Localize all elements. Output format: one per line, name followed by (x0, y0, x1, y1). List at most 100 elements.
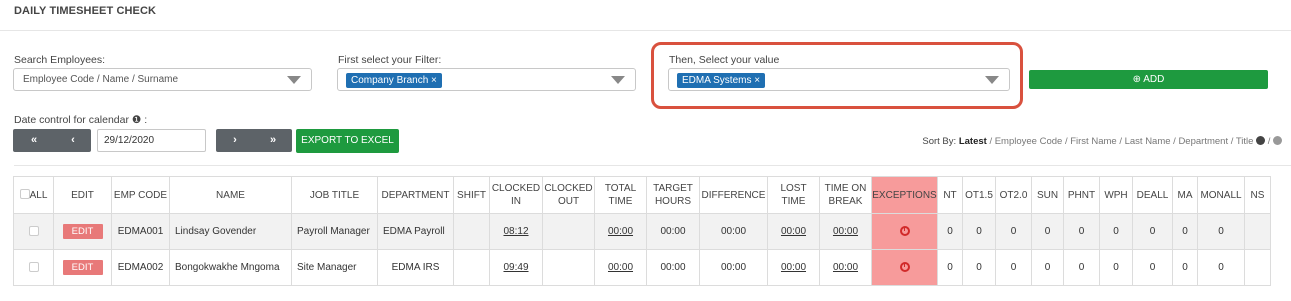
sort-desc-icon[interactable] (1273, 136, 1282, 145)
next-date-button[interactable]: › (216, 129, 254, 152)
section-divider (14, 165, 1291, 166)
emp-code-cell: EDMA001 (111, 213, 170, 250)
clocked-in-link[interactable]: 08:12 (489, 213, 543, 250)
chevron-down-icon[interactable] (611, 76, 625, 84)
target-hours-cell: 00:00 (646, 213, 700, 250)
col-target-hours: TARGET HOURS (646, 176, 700, 214)
search-employees-select[interactable]: Employee Code / Name / Surname (13, 68, 312, 91)
prev-date-button[interactable]: ‹ (55, 129, 91, 152)
edit-button[interactable]: EDIT (62, 260, 103, 275)
clocked-in-link[interactable]: 09:49 (489, 249, 543, 286)
col-wph: WPH (1099, 176, 1133, 214)
filter-select[interactable]: Company Branch × (337, 68, 636, 91)
edit-cell: EDIT (53, 213, 112, 250)
select-all-checkbox[interactable] (19, 188, 30, 199)
value-tag-edma-systems[interactable]: EDMA Systems × (677, 73, 766, 88)
col-difference: DIFFERENCE (699, 176, 768, 214)
col-time-on-break: TIME ON BREAK (819, 176, 872, 214)
col-monall: MONALL (1197, 176, 1245, 214)
chevron-down-icon[interactable] (985, 76, 999, 84)
timesheet-table: ALL EDIT EMP CODE NAME JOB TITLE DEPARTM… (13, 176, 1271, 286)
lost-time-link[interactable]: 00:00 (767, 213, 820, 250)
phnt-cell: 0 (1063, 213, 1100, 250)
table-header-row: ALL EDIT EMP CODE NAME JOB TITLE DEPARTM… (13, 176, 1271, 214)
col-department: DEPARTMENT (377, 176, 454, 214)
chevron-down-icon[interactable] (287, 76, 301, 84)
col-ot15: OT1.5 (962, 176, 996, 214)
col-all[interactable]: ALL (13, 176, 54, 214)
exceptions-cell[interactable] (871, 213, 938, 250)
alarm-clock-icon[interactable] (899, 226, 910, 236)
clocked-out-cell (542, 249, 595, 286)
total-time-link[interactable]: 00:00 (594, 213, 647, 250)
ma-cell: 0 (1172, 213, 1198, 250)
sun-cell: 0 (1031, 249, 1064, 286)
ot20-cell: 0 (995, 249, 1032, 286)
lost-time-link[interactable]: 00:00 (767, 249, 820, 286)
sort-options[interactable]: / Employee Code / First Name / Last Name… (989, 136, 1256, 147)
exceptions-cell[interactable] (871, 249, 938, 286)
sun-cell: 0 (1031, 213, 1064, 250)
alarm-clock-icon[interactable] (899, 262, 910, 272)
sort-latest-link[interactable]: Latest (959, 136, 987, 147)
time-on-break-link[interactable]: 00:00 (819, 213, 872, 250)
page-title: DAILY TIMESHEET CHECK (14, 5, 157, 17)
shift-cell (453, 213, 490, 250)
col-clocked-in: CLOCKED IN (489, 176, 543, 214)
header-divider (0, 30, 1291, 31)
ot15-cell: 0 (962, 213, 996, 250)
sort-label: Sort By: (922, 136, 957, 147)
department-cell: EDMA IRS (377, 249, 454, 286)
value-select[interactable]: EDMA Systems × (668, 68, 1010, 91)
add-button[interactable]: ⊕ ADD (1029, 70, 1268, 89)
phnt-cell: 0 (1063, 249, 1100, 286)
sort-asc-icon[interactable] (1256, 136, 1266, 145)
last-date-button[interactable]: » (254, 129, 292, 152)
row-checkbox-cell[interactable] (13, 213, 54, 250)
shift-cell (453, 249, 490, 286)
monall-cell: 0 (1197, 249, 1245, 286)
col-phnt: PHNT (1063, 176, 1100, 214)
col-sun: SUN (1031, 176, 1064, 214)
col-total-time: TOTAL TIME (594, 176, 647, 214)
col-clocked-out: CLOCKED OUT (542, 176, 595, 214)
job-title-cell: Payroll Manager (291, 213, 378, 250)
edit-button[interactable]: EDIT (62, 224, 103, 239)
col-ma: MA (1172, 176, 1198, 214)
col-job-title: JOB TITLE (291, 176, 378, 214)
difference-cell: 00:00 (699, 249, 768, 286)
sort-bar: Sort By: Latest / Employee Code / First … (922, 136, 1282, 147)
col-lost-time: LOST TIME (767, 176, 820, 214)
difference-cell: 00:00 (699, 213, 768, 250)
value-label: Then, Select your value (669, 54, 780, 66)
ot15-cell: 0 (962, 249, 996, 286)
row-checkbox-cell[interactable] (13, 249, 54, 286)
col-deall: DEALL (1132, 176, 1173, 214)
first-date-button[interactable]: « (13, 129, 55, 152)
col-emp-code: EMP CODE (111, 176, 170, 214)
col-shift: SHIFT (453, 176, 490, 214)
time-on-break-link[interactable]: 00:00 (819, 249, 872, 286)
name-cell: Lindsay Govender (169, 213, 292, 250)
export-excel-button[interactable]: EXPORT TO EXCEL (296, 129, 399, 153)
col-nt: NT (937, 176, 963, 214)
filter-tag-company-branch[interactable]: Company Branch × (346, 73, 442, 88)
ot20-cell: 0 (995, 213, 1032, 250)
row-checkbox[interactable] (28, 225, 39, 236)
col-name: NAME (169, 176, 292, 214)
job-title-cell: Site Manager (291, 249, 378, 286)
date-control-label: Date control for calendar ❶ : (14, 114, 148, 126)
col-all-label: ALL (29, 189, 48, 201)
emp-code-cell: EDMA002 (111, 249, 170, 286)
col-ot20: OT2.0 (995, 176, 1032, 214)
nt-cell: 0 (937, 213, 963, 250)
col-ns: NS (1244, 176, 1271, 214)
ns-cell (1244, 213, 1271, 250)
deall-cell: 0 (1132, 249, 1173, 286)
edit-cell: EDIT (53, 249, 112, 286)
department-cell: EDMA Payroll (377, 213, 454, 250)
date-input[interactable] (97, 129, 206, 152)
row-checkbox[interactable] (28, 261, 39, 272)
total-time-link[interactable]: 00:00 (594, 249, 647, 286)
filter-label: First select your Filter: (338, 54, 442, 66)
